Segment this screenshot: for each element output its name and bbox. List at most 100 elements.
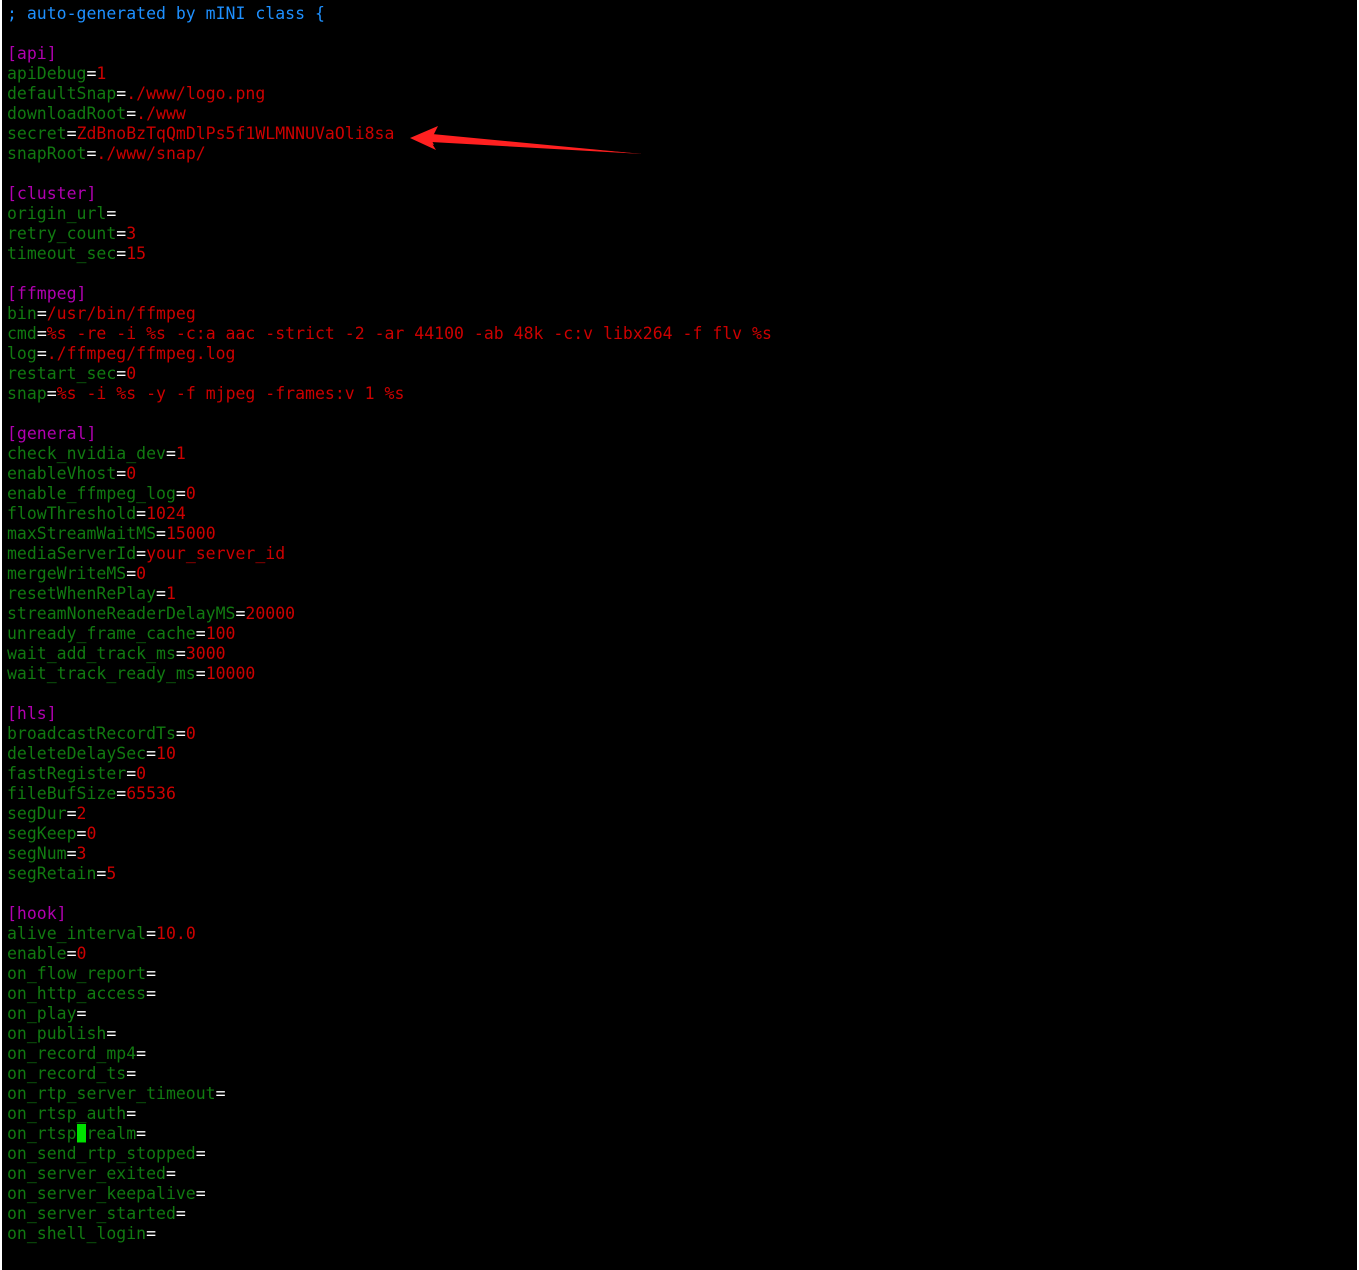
equals-sign: =	[175, 644, 186, 663]
equals-sign: =	[175, 1204, 186, 1223]
config-key: streamNoneReaderDelayMS	[7, 604, 236, 623]
config-key: origin_url	[7, 204, 107, 223]
config-value: 10	[156, 744, 176, 763]
equals-sign: =	[146, 924, 157, 943]
equals-sign: =	[106, 1024, 117, 1043]
section-header: [api]	[7, 44, 772, 64]
config-key: on_record_ts	[7, 1064, 127, 1083]
config-entry: segDur=2	[7, 804, 772, 824]
terminal-editor[interactable]: ; auto-generated by mINI class { [api] ap…	[2, 0, 1357, 1270]
config-key: on_http_access	[7, 984, 147, 1003]
config-value: 15000	[165, 524, 216, 543]
equals-sign: =	[116, 224, 127, 243]
equals-sign: =	[36, 324, 47, 343]
equals-sign: =	[165, 1164, 176, 1183]
config-entry: snapRoot=./www/snap/	[7, 144, 772, 164]
config-key: check_nvidia_dev	[7, 444, 166, 463]
config-key: downloadRoot	[7, 104, 127, 123]
config-entry: retry_count=3	[7, 224, 772, 244]
config-value: 20000	[245, 604, 296, 623]
equals-sign: =	[66, 124, 77, 143]
equals-sign: =	[66, 804, 77, 823]
equals-sign: =	[116, 464, 127, 483]
config-value: 0	[136, 564, 147, 583]
config-key: fileBufSize	[7, 784, 117, 803]
config-entry: on_publish=	[7, 1024, 772, 1044]
config-value: 65536	[126, 784, 176, 803]
config-value: 0	[126, 464, 137, 483]
config-entry: streamNoneReaderDelayMS=20000	[7, 604, 772, 624]
config-key: enable_ffmpeg_log	[7, 484, 176, 503]
section-header: [cluster]	[7, 184, 772, 204]
config-key: on_server_exited	[7, 1164, 166, 1183]
config-key: on_record_mp4	[7, 1044, 137, 1063]
equals-sign: =	[235, 604, 246, 623]
equals-sign: =	[146, 1224, 157, 1243]
blank-line	[7, 404, 772, 424]
config-key: wait_track_ready_ms	[7, 664, 196, 683]
config-entry: segKeep=0	[7, 824, 772, 844]
config-value: 0	[76, 944, 87, 963]
equals-sign: =	[175, 724, 186, 743]
config-entry: on_server_exited=	[7, 1164, 772, 1184]
config-key: realm	[86, 1124, 137, 1143]
equals-sign: =	[86, 144, 97, 163]
equals-sign: =	[136, 1124, 147, 1143]
config-entry: snap=%s -i %s -y -f mjpeg -frames:v 1 %s	[7, 384, 772, 404]
config-entry: check_nvidia_dev=1	[7, 444, 772, 464]
blank-line	[7, 684, 772, 704]
secret-value: ZdBnoBzTqQmDlPs5f1WLMNNUVaOli8sa	[76, 124, 395, 143]
equals-sign: =	[126, 1064, 137, 1083]
config-entry: origin_url=	[7, 204, 772, 224]
config-entry: cmd=%s -re -i %s -c:a aac -strict -2 -ar…	[7, 324, 772, 344]
equals-sign: =	[46, 384, 57, 403]
config-key: mergeWriteMS	[7, 564, 127, 583]
config-entry: flowThreshold=1024	[7, 504, 772, 524]
equals-sign: =	[116, 784, 127, 803]
config-entry: broadcastRecordTs=0	[7, 724, 772, 744]
config-entry: downloadRoot=./www	[7, 104, 772, 124]
config-entry: fileBufSize=65536	[7, 784, 772, 804]
config-entry: enable=0	[7, 944, 772, 964]
section-name: [hls]	[7, 704, 57, 723]
config-key: on_server_started	[7, 1204, 176, 1223]
config-key: on_rtsp	[7, 1124, 77, 1143]
section-name: [ffmpeg]	[7, 284, 87, 303]
equals-sign: =	[126, 564, 137, 583]
section-name: [hook]	[7, 904, 67, 923]
config-key: alive_interval	[7, 924, 147, 943]
section-name: [general]	[7, 424, 97, 443]
config-entry: enableVhost=0	[7, 464, 772, 484]
config-entry: on_rtsp_realm=	[7, 1124, 772, 1144]
section-header: [ffmpeg]	[7, 284, 772, 304]
config-value: ./ffmpeg/ffmpeg.log	[46, 344, 236, 363]
equals-sign: =	[126, 1104, 137, 1123]
config-value: 0	[126, 364, 137, 383]
equals-sign: =	[156, 584, 166, 603]
equals-sign: =	[36, 304, 47, 323]
config-key: maxStreamWaitMS	[7, 524, 157, 543]
config-key: unready_frame_cache	[7, 624, 196, 643]
equals-sign: =	[106, 204, 117, 223]
config-key: mediaServerId	[7, 544, 137, 563]
config-value: your_server_id	[146, 544, 286, 563]
config-key: on_server_keepalive	[7, 1184, 196, 1203]
section-header: [hook]	[7, 904, 772, 924]
config-key: deleteDelaySec	[7, 744, 147, 763]
equals-sign: =	[195, 1184, 206, 1203]
equals-sign: =	[165, 444, 176, 463]
config-key: wait_add_track_ms	[7, 644, 176, 663]
blank-line	[7, 164, 772, 184]
config-key: snap	[7, 384, 47, 403]
config-key: apiDebug	[7, 64, 87, 83]
equals-sign: =	[136, 1044, 147, 1063]
config-entry: fastRegister=0	[7, 764, 772, 784]
config-lines: ; auto-generated by mINI class { [api] ap…	[7, 4, 772, 1244]
equals-sign: =	[116, 364, 127, 383]
config-value: 15	[126, 244, 147, 263]
config-entry: log=./ffmpeg/ffmpeg.log	[7, 344, 772, 364]
config-value: ./www/logo.png	[126, 84, 266, 103]
config-value: 10.0	[156, 924, 196, 943]
blank-line	[7, 24, 772, 44]
config-value: 1	[165, 584, 176, 603]
